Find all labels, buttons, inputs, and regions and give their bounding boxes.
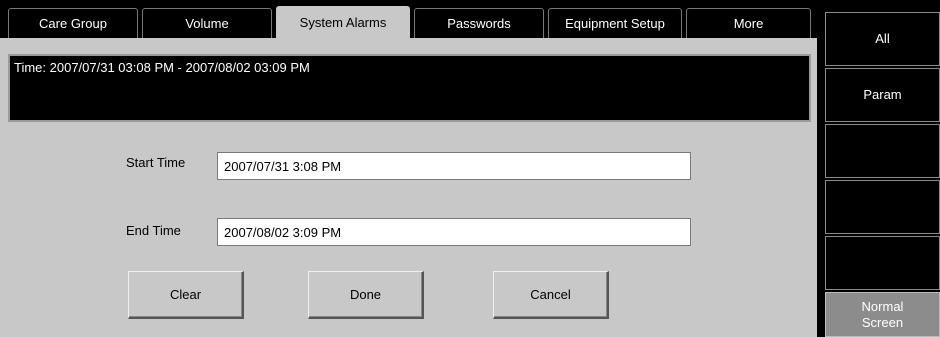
main-panel: Care Group Volume System Alarms Password… [0, 0, 817, 337]
tab-bar: Care Group Volume System Alarms Password… [0, 0, 817, 38]
time-range-text: Time: 2007/07/31 03:08 PM - 2007/08/02 0… [14, 60, 310, 75]
end-time-field[interactable]: 2007/08/02 3:09 PM [217, 218, 691, 246]
cancel-button[interactable]: Cancel [493, 271, 609, 319]
end-time-label: End Time [126, 223, 181, 238]
tab-care-group[interactable]: Care Group [8, 8, 138, 38]
tab-more[interactable]: More [686, 8, 811, 38]
side-button-empty-2[interactable] [825, 180, 940, 234]
done-button[interactable]: Done [308, 271, 424, 319]
cancel-button-label: Cancel [530, 287, 571, 302]
start-time-value: 2007/07/31 3:08 PM [224, 158, 342, 174]
side-button-empty-1[interactable] [825, 124, 940, 178]
tab-equipment-setup[interactable]: Equipment Setup [548, 8, 682, 38]
time-range-banner: Time: 2007/07/31 03:08 PM - 2007/08/02 0… [8, 54, 811, 122]
normal-screen-label-line2: Screen [861, 314, 904, 330]
done-button-label: Done [349, 287, 382, 302]
normal-screen-label-line1: Normal [861, 298, 904, 314]
clear-button[interactable]: Clear [128, 271, 244, 319]
start-time-label: Start Time [126, 155, 186, 170]
tab-volume[interactable]: Volume [142, 8, 272, 38]
all-button[interactable]: All [825, 12, 940, 66]
side-button-empty-3[interactable] [825, 236, 940, 290]
side-menu: All Param Normal Screen [817, 0, 940, 337]
end-time-value: 2007/08/02 3:09 PM [224, 224, 342, 240]
tab-passwords[interactable]: Passwords [414, 8, 544, 38]
clear-button-label: Clear [169, 287, 202, 302]
start-time-field[interactable]: 2007/07/31 3:08 PM [217, 152, 691, 180]
tab-system-alarms[interactable]: System Alarms [276, 6, 410, 38]
all-button-label: All [875, 31, 890, 46]
param-button-label: Param [863, 87, 902, 102]
param-button[interactable]: Param [825, 68, 940, 122]
normal-screen-button[interactable]: Normal Screen [825, 292, 940, 337]
